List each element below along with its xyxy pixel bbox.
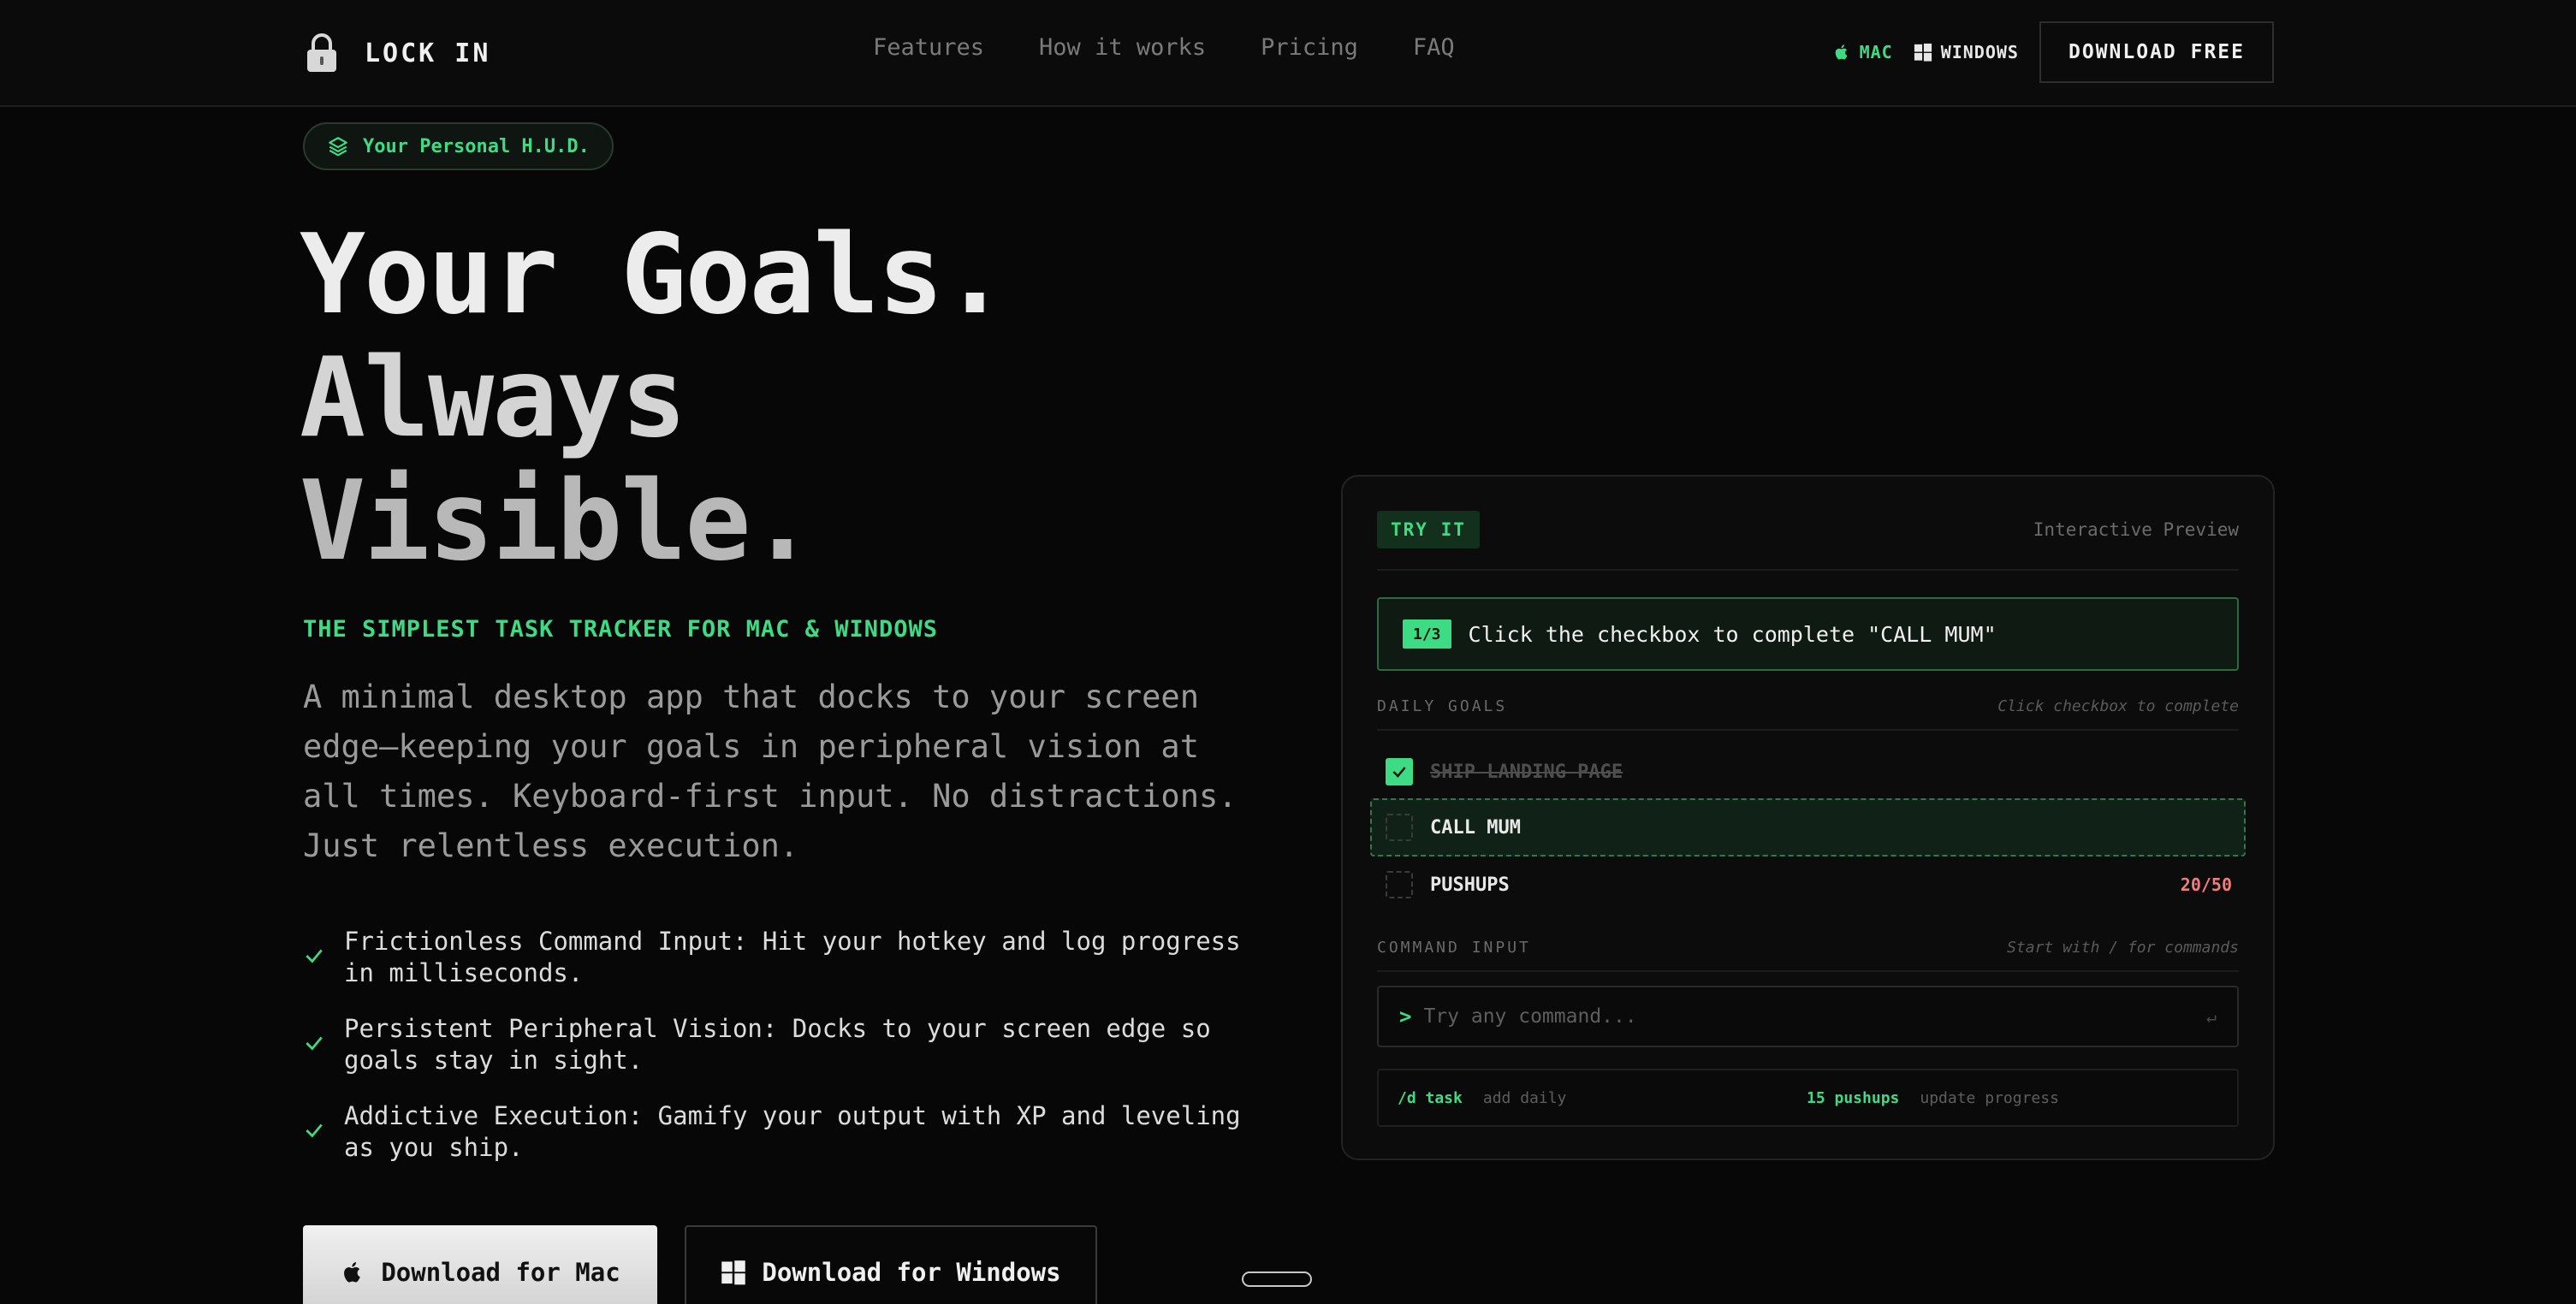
command-input-field[interactable]: > ↵ <box>1377 986 2239 1047</box>
hud-badge: Your Personal H.U.D. <box>303 122 614 170</box>
daily-goals-header: DAILY GOALS Click checkbox to complete <box>1377 697 2239 715</box>
goal-label: CALL MUM <box>1430 816 1521 839</box>
lock-icon <box>307 33 336 72</box>
goal-progress-count: 20/50 <box>2180 874 2232 895</box>
interactive-preview-panel: TRY IT Interactive Preview 1/3 Click the… <box>1341 475 2275 1160</box>
headline-line-1: Your Goals. <box>300 211 1008 339</box>
feature-item: Frictionless Command Input: Hit your hot… <box>303 926 1253 989</box>
platform-windows[interactable]: WINDOWS <box>1914 42 2019 62</box>
try-it-badge: TRY IT <box>1377 511 1480 548</box>
goal-checkbox[interactable] <box>1386 871 1413 898</box>
brand-name: LOCK IN <box>365 38 491 68</box>
step-badge: 1/3 <box>1403 619 1451 649</box>
feature-item: Addictive Execution: Gamify your output … <box>303 1100 1253 1164</box>
nav-link-faq[interactable]: FAQ <box>1413 34 1455 61</box>
goal-checkbox[interactable] <box>1386 814 1413 841</box>
divider <box>1377 569 2239 571</box>
headline-line-2: Always <box>300 335 686 462</box>
apple-icon <box>344 1262 361 1283</box>
divider <box>1377 970 2239 972</box>
layers-icon <box>329 137 347 157</box>
feature-item: Persistent Peripheral Vision: Docks to y… <box>303 1013 1253 1076</box>
top-nav: LOCK IN Features How it works Pricing FA… <box>0 0 2576 107</box>
platform-windows-label: WINDOWS <box>1940 42 2019 62</box>
check-icon <box>306 1123 323 1138</box>
feature-text: Addictive Execution: Gamify your output … <box>344 1101 1241 1162</box>
windows-icon <box>721 1260 746 1285</box>
preview-label: Interactive Preview <box>2033 519 2239 540</box>
command-example[interactable]: /d task add daily <box>1398 1089 1807 1107</box>
enter-key-icon: ↵ <box>2205 1006 2217 1027</box>
download-windows-label: Download for Windows <box>762 1258 1061 1287</box>
hero-headline: Your Goals. Always Visible. <box>300 214 1327 584</box>
feature-text: Frictionless Command Input: Hit your hot… <box>344 927 1241 987</box>
command-input-note: Start with / for commands <box>2007 939 2239 957</box>
hero-description: A minimal desktop app that docks to your… <box>303 679 1238 864</box>
platform-mac-label: MAC <box>1859 42 1893 62</box>
download-free-button[interactable]: DOWNLOAD FREE <box>2039 21 2274 83</box>
feature-text: Persistent Peripheral Vision: Docks to y… <box>344 1014 1211 1075</box>
hero-tagline: THE SIMPLEST TASK TRACKER FOR MAC & WIND… <box>303 616 938 643</box>
scroll-indicator[interactable] <box>1242 1271 1312 1287</box>
command-input-header: COMMAND INPUT Start with / for commands <box>1377 939 2239 957</box>
download-mac-button[interactable]: Download for Mac <box>303 1225 657 1304</box>
tutorial-hint: 1/3 Click the checkbox to complete "CALL… <box>1377 597 2239 671</box>
download-windows-button[interactable]: Download for Windows <box>685 1225 1097 1304</box>
download-mac-label: Download for Mac <box>381 1258 620 1287</box>
brand[interactable]: LOCK IN <box>305 31 490 75</box>
hint-text: Click the checkbox to complete "CALL MUM… <box>1468 621 1997 647</box>
goal-row-pushups[interactable]: PUSHUPS 20/50 <box>1377 858 2239 911</box>
example-command: 15 pushups <box>1807 1088 1900 1107</box>
example-command: /d task <box>1398 1088 1463 1107</box>
divider <box>1377 729 2239 731</box>
apple-icon <box>1835 44 1847 60</box>
headline-line-3: Visible. <box>300 458 816 585</box>
goal-label: SHIP LANDING PAGE <box>1430 761 1623 783</box>
daily-goals-note: Click checkbox to complete <box>1997 697 2239 715</box>
goal-label: PUSHUPS <box>1430 874 1510 896</box>
nav-links: Features How it works Pricing FAQ <box>873 34 1455 61</box>
nav-link-features[interactable]: Features <box>873 34 984 61</box>
hud-badge-label: Your Personal H.U.D. <box>363 135 590 157</box>
windows-icon <box>1914 43 1932 62</box>
goal-checkbox-checked[interactable] <box>1386 758 1413 785</box>
goal-row-call-mum[interactable]: CALL MUM <box>1370 798 2246 856</box>
command-input[interactable] <box>1423 1005 2206 1028</box>
daily-goals-title: DAILY GOALS <box>1377 697 1508 715</box>
command-examples: /d task add daily 15 pushups update prog… <box>1377 1069 2239 1127</box>
goal-row-ship-landing-page[interactable]: SHIP LANDING PAGE <box>1377 745 2239 798</box>
command-input-title: COMMAND INPUT <box>1377 939 1531 957</box>
nav-link-pricing[interactable]: Pricing <box>1261 34 1358 61</box>
example-description: add daily <box>1482 1088 1567 1107</box>
prompt-icon: > <box>1399 1005 1412 1028</box>
example-description: update progress <box>1920 1088 2059 1107</box>
check-icon <box>306 949 323 963</box>
feature-list: Frictionless Command Input: Hit your hot… <box>303 926 1253 1188</box>
command-example[interactable]: 15 pushups update progress <box>1807 1089 2216 1107</box>
nav-link-how-it-works[interactable]: How it works <box>1039 34 1206 61</box>
check-icon <box>306 1036 323 1051</box>
check-icon <box>1392 767 1406 778</box>
nav-actions: MAC WINDOWS DOWNLOAD FREE <box>1832 21 2274 83</box>
platform-mac[interactable]: MAC <box>1832 42 1893 62</box>
